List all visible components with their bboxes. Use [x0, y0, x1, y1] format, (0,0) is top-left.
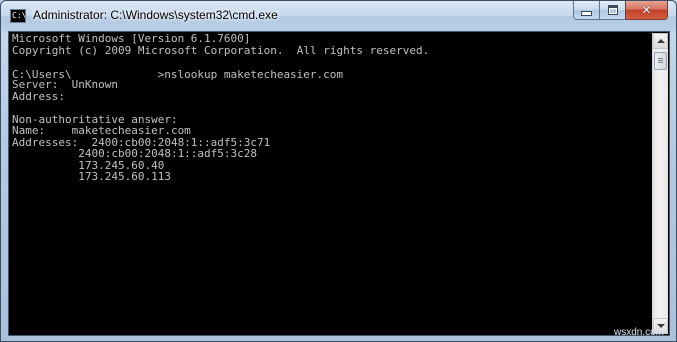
title-bar[interactable]: C:\ Administrator: C:\Windows\system32\c…	[1, 1, 676, 31]
grip-line	[658, 60, 663, 61]
console-line: Name: maketecheasier.com	[12, 124, 191, 137]
cmd-window: C:\ Administrator: C:\Windows\system32\c…	[0, 0, 677, 342]
minimize-icon	[581, 10, 592, 16]
redacted-username	[72, 68, 158, 78]
scroll-thumb[interactable]	[654, 52, 667, 70]
vertical-scrollbar[interactable]	[652, 33, 668, 334]
console-line: 173.245.60.113	[12, 170, 171, 183]
console-line: Address:	[12, 89, 65, 103]
caption-buttons: ✕	[573, 1, 668, 20]
maximize-button[interactable]	[599, 1, 625, 20]
arrow-up-icon	[656, 39, 665, 43]
console-line: Copyright (c) 2009 Microsoft Corporation…	[12, 43, 430, 57]
grip-line	[658, 62, 663, 63]
close-icon: ✕	[641, 3, 652, 17]
maximize-icon	[607, 5, 618, 15]
watermark-text: wsxdn.com	[613, 327, 664, 338]
console-output[interactable]: Microsoft Windows [Version 6.1.7600] Cop…	[10, 33, 652, 334]
prompt-command: >nslookup maketecheasier.com	[157, 67, 344, 81]
console-line: Server: UnKnown	[12, 78, 118, 91]
console-line: Microsoft Windows [Version 6.1.7600]	[12, 33, 251, 45]
window-title: Administrator: C:\Windows\system32\cmd.e…	[33, 8, 278, 22]
scroll-up-button[interactable]	[653, 33, 668, 49]
close-button[interactable]: ✕	[625, 1, 668, 20]
grip-line	[658, 58, 663, 59]
console-client-area: Microsoft Windows [Version 6.1.7600] Cop…	[8, 31, 670, 336]
cmd-app-icon[interactable]: C:\	[10, 9, 26, 23]
console-line: 2400:cb00:2048:1::adf5:3c28	[12, 147, 258, 160]
console-text-block: Microsoft Windows [Version 6.1.7600] Cop…	[12, 33, 429, 183]
minimize-button[interactable]	[573, 1, 599, 20]
